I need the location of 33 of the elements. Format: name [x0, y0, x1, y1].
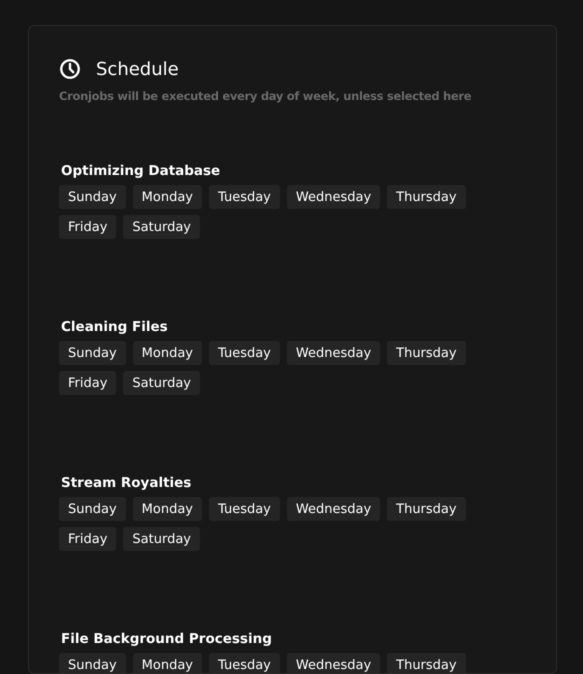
section-title: Schedule — [96, 58, 179, 80]
day-toggle[interactable]: Thursday — [387, 185, 466, 209]
day-toggle[interactable]: Wednesday — [286, 341, 380, 365]
day-toggle[interactable]: Thursday — [387, 341, 466, 365]
day-toggle[interactable]: Saturday — [123, 527, 200, 551]
day-toggle[interactable]: Thursday — [387, 653, 466, 673]
day-toggle[interactable]: Tuesday — [208, 497, 280, 521]
day-toggle[interactable]: Wednesday — [286, 653, 380, 673]
day-toggle[interactable]: Monday — [132, 185, 202, 209]
job-title: Optimizing Database — [61, 163, 222, 179]
day-toggle[interactable]: Sunday — [59, 185, 126, 209]
day-toggle[interactable]: Wednesday — [286, 497, 380, 521]
clock-icon — [59, 58, 81, 80]
day-toggle[interactable]: Monday — [132, 341, 202, 365]
day-toggle[interactable]: Tuesday — [208, 185, 280, 209]
day-toggle[interactable]: Thursday — [387, 497, 466, 521]
job-title: File Background Processing — [61, 631, 273, 647]
day-toggle[interactable]: Wednesday — [286, 185, 380, 209]
day-toggle[interactable]: Saturday — [123, 215, 200, 239]
job-title: Stream Royalties — [61, 475, 192, 491]
day-toggle[interactable]: Friday — [59, 527, 116, 551]
day-toggle[interactable]: Monday — [132, 497, 202, 521]
day-toggle[interactable]: Monday — [132, 653, 202, 673]
day-toggle[interactable]: Friday — [59, 215, 116, 239]
day-toggle[interactable]: Tuesday — [208, 653, 280, 673]
day-toggle[interactable]: Friday — [59, 371, 116, 395]
day-toggle[interactable]: Sunday — [59, 497, 126, 521]
day-toggle[interactable]: Saturday — [123, 371, 200, 395]
day-toggle[interactable]: Tuesday — [208, 341, 280, 365]
job-title: Cleaning Files — [61, 319, 169, 335]
section-subtitle: Cronjobs will be executed every day of week, unless selected here — [59, 89, 472, 103]
day-toggle[interactable]: Sunday — [59, 653, 126, 673]
day-toggle[interactable]: Sunday — [59, 341, 126, 365]
